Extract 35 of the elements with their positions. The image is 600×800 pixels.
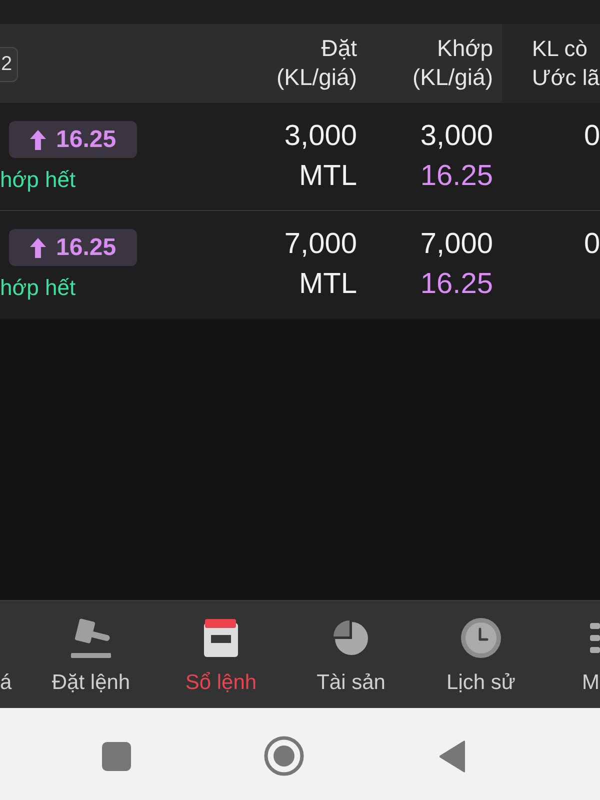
- status-text: hớp hết: [0, 274, 76, 302]
- order-row[interactable]: 16.25 hớp hết 3,000 MTL 3,000 16.25 0: [0, 103, 600, 211]
- ledger-icon: [204, 619, 238, 657]
- nav-tab[interactable]: á: [0, 601, 26, 708]
- column-header: Khớp (KL/giá): [411, 34, 493, 92]
- order-quantity: 7,000: [284, 227, 357, 262]
- back-triangle-icon: [438, 740, 466, 772]
- order-price: MTL: [299, 159, 357, 194]
- home-circle-icon: [264, 736, 304, 776]
- nav-tab[interactable]: Tài sản: [286, 601, 416, 708]
- up-arrow-icon: [30, 130, 46, 150]
- nav-tab[interactable]: Đặt lệnh: [26, 601, 156, 708]
- menu-icon: [590, 623, 600, 653]
- column-header: KL cò Ước lã: [532, 35, 600, 92]
- status-text: hớp hết: [0, 166, 76, 194]
- order-row[interactable]: 16.25 hớp hết 7,000 MTL 7,000 16.25 0: [0, 211, 600, 319]
- up-arrow-icon: [30, 238, 46, 258]
- pie-chart-icon: [333, 620, 369, 656]
- clock-icon: [461, 618, 501, 658]
- order-quantity: 3,000: [284, 119, 357, 154]
- nav-tab[interactable]: M: [546, 601, 600, 708]
- nav-tab[interactable]: Lịch sử: [416, 601, 546, 708]
- square-icon: [102, 742, 130, 770]
- column-3-value: 0: [584, 119, 600, 154]
- order-price: MTL: [299, 267, 357, 302]
- price-text: 16.25: [56, 124, 116, 154]
- matched-quantity: 3,000: [420, 119, 493, 154]
- column-header: Đặt (KL/giá): [275, 34, 357, 92]
- matched-price: 16.25: [420, 159, 493, 194]
- matched-quantity: 7,000: [420, 227, 493, 262]
- price-text: 16.25: [56, 232, 116, 262]
- gavel-icon: [71, 618, 111, 658]
- count-badge[interactable]: 2: [0, 47, 18, 82]
- column-3-value: 0: [584, 227, 600, 262]
- matched-price: 16.25: [420, 267, 493, 302]
